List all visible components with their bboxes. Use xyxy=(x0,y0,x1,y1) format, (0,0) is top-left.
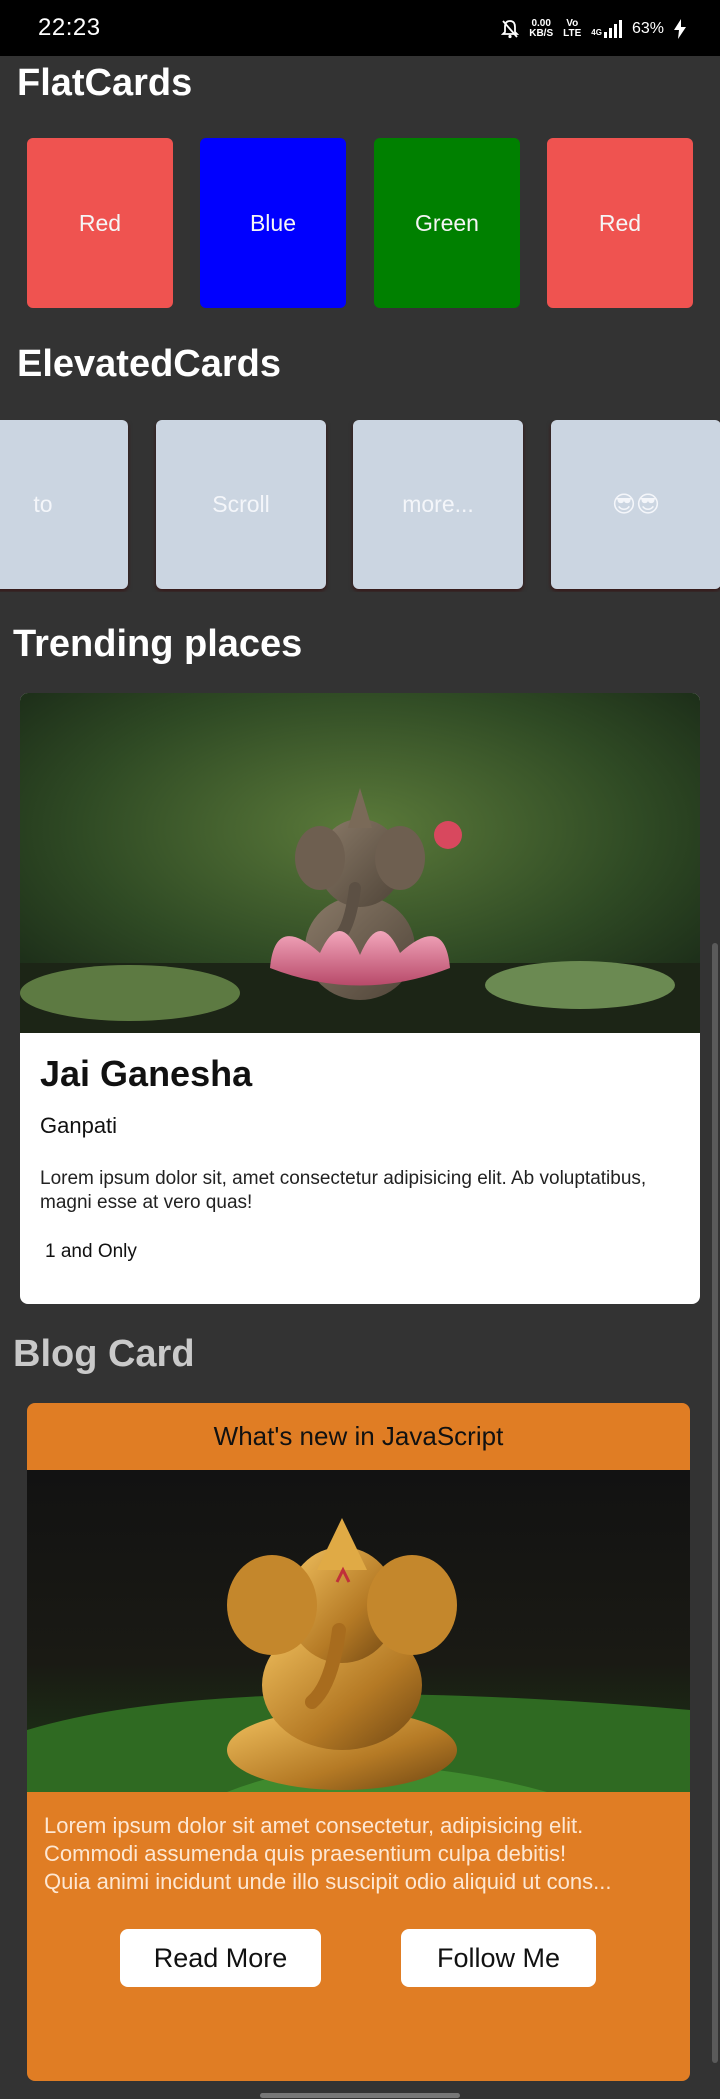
trending-card-title: Jai Ganesha xyxy=(40,1053,253,1094)
elevated-card[interactable]: more... xyxy=(353,420,523,589)
signal-icon: 4G xyxy=(591,20,622,38)
blog-heading: Blog Card xyxy=(13,1333,195,1375)
flat-card-label: Red xyxy=(598,209,642,236)
flat-card[interactable]: Red xyxy=(547,138,693,308)
net-speed: 0.00 KB/S xyxy=(529,18,554,39)
charging-bolt-icon xyxy=(674,19,686,39)
blog-body-line: Lorem ipsum dolor sit amet consectetur, … xyxy=(44,1813,584,1838)
elevated-card-label: Scroll xyxy=(212,491,270,517)
flat-cards-heading: FlatCards xyxy=(17,62,193,104)
status-bar: 22:23 0.00 KB/S Vo LTE 4G 63% xyxy=(0,0,720,56)
elevated-cards-heading: ElevatedCards xyxy=(17,343,282,385)
flat-cards-row: Red Blue Green Red xyxy=(0,138,720,310)
flat-card-label: Blue xyxy=(249,209,297,236)
blog-card-header: What's new in JavaScript xyxy=(213,1421,504,1451)
blog-card: What's new in JavaScript Lorem ipsum dol xyxy=(27,1403,690,2081)
blog-body-line: Quia animi incidunt unde illo suscipit o… xyxy=(44,1869,612,1894)
blog-body-line: Commodi assumenda quis praesentium culpa… xyxy=(44,1841,567,1866)
status-time: 22:23 xyxy=(38,14,101,41)
trending-card-label: Ganpati xyxy=(40,1113,118,1138)
trending-card-description: Lorem ipsum dolor sit, amet consectetur … xyxy=(40,1168,647,1213)
flat-card[interactable]: Red xyxy=(27,138,173,308)
trending-card[interactable]: Jai Ganesha Ganpati Lorem ipsum dolor si… xyxy=(20,693,700,1304)
read-more-button[interactable]: Read More xyxy=(120,1929,321,1987)
elevated-card[interactable]: to xyxy=(0,420,128,589)
elevated-card-label: to xyxy=(33,491,53,517)
flat-card-label: Red xyxy=(78,209,122,236)
flat-card[interactable]: Blue xyxy=(200,138,346,308)
flat-card-label: Green xyxy=(415,209,479,236)
status-icons: 0.00 KB/S Vo LTE 4G 63% xyxy=(501,16,686,42)
blog-card-body: Lorem ipsum dolor sit amet consectetur, … xyxy=(44,1812,674,1896)
elevated-card[interactable]: Scroll xyxy=(156,420,326,589)
trending-heading: Trending places xyxy=(13,623,303,665)
follow-me-button[interactable]: Follow Me xyxy=(401,1929,596,1987)
elevated-card[interactable]: 😎😎 xyxy=(551,420,720,589)
scrollbar[interactable] xyxy=(712,943,718,2063)
flat-card[interactable]: Green xyxy=(374,138,520,308)
home-indicator[interactable] xyxy=(260,2093,460,2098)
elevated-cards-scroller[interactable]: to Scroll more... 😎😎 xyxy=(0,420,720,592)
volte-indicator: Vo LTE xyxy=(563,18,582,39)
battery-percent: 63% xyxy=(631,20,664,37)
ganesha-lotus-image xyxy=(20,693,700,1033)
trending-card-footer: 1 and Only xyxy=(45,1241,137,1262)
elevated-card-label: more... xyxy=(402,491,474,517)
mute-bell-icon xyxy=(501,20,520,39)
elevated-card-label: 😎😎 xyxy=(612,491,660,517)
golden-ganesha-image xyxy=(27,1470,690,1792)
